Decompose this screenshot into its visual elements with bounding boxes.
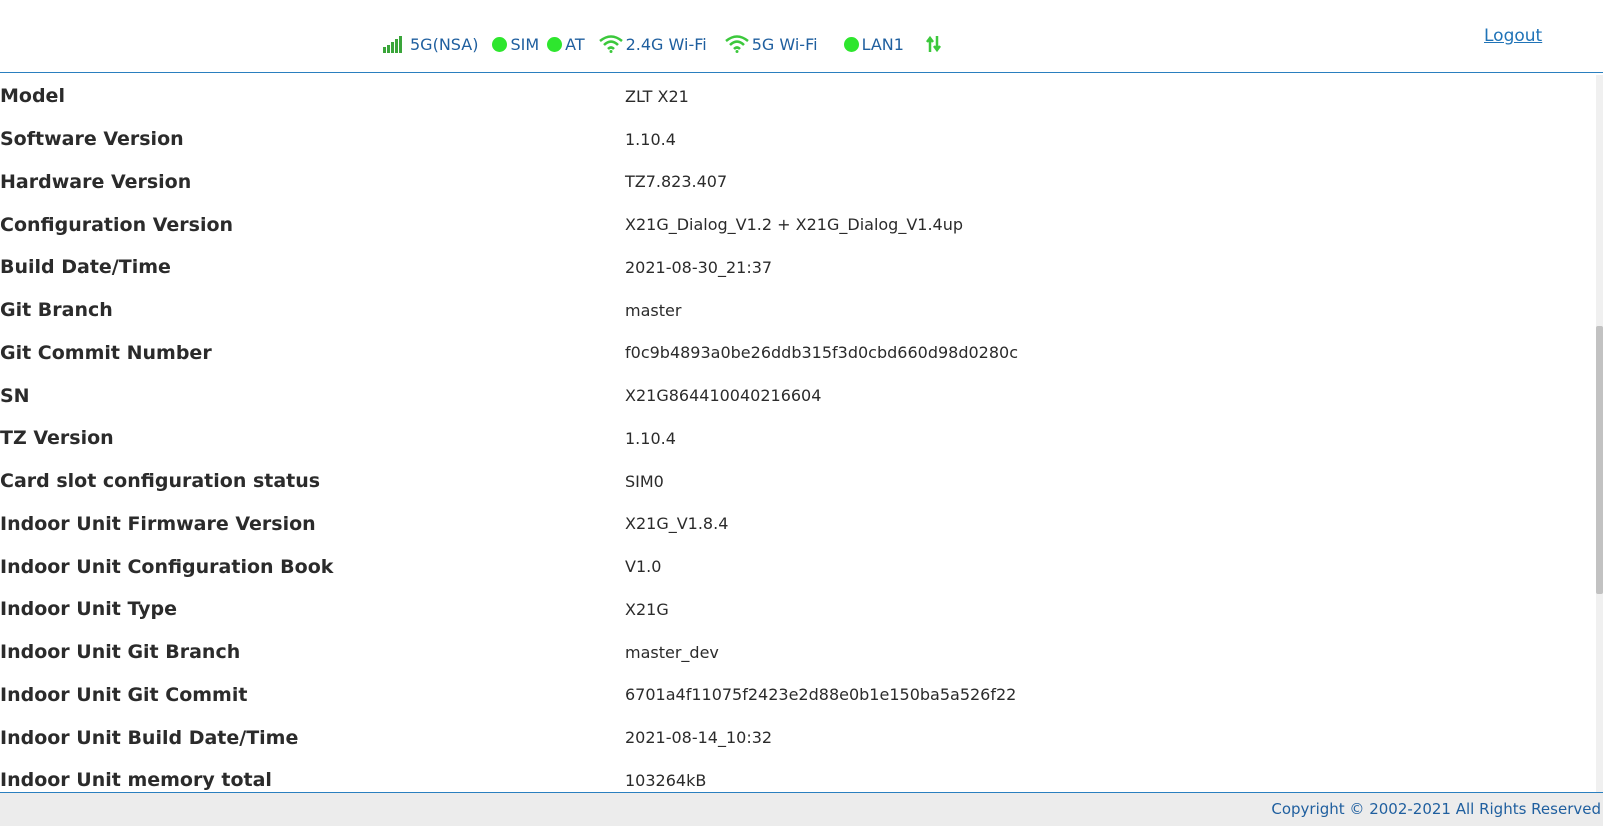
- info-value: 103264kB: [625, 770, 707, 790]
- info-value: X21G864410040216604: [625, 386, 822, 406]
- info-row: Indoor Unit Type X21G: [0, 588, 1598, 631]
- info-row: Configuration Version X21G_Dialog_V1.2 + …: [0, 203, 1598, 246]
- wifi-5g-status: 5G Wi-Fi: [724, 34, 818, 54]
- info-value: SIM0: [625, 471, 664, 491]
- info-label: Indoor Unit Configuration Book: [0, 555, 334, 578]
- sim-status-dot-icon: [492, 36, 508, 52]
- info-label: Indoor Unit Type: [0, 598, 178, 621]
- data-transfer-status: [925, 34, 945, 54]
- status-indicators: 5G(NSA) SIM AT 2.4G Wi-Fi 5G Wi-Fi LAN1: [383, 32, 959, 56]
- wifi-icon: [598, 35, 623, 53]
- sim-label: SIM: [510, 34, 540, 54]
- info-label: Git Commit Number: [0, 341, 212, 364]
- info-row: Model ZLT X21: [0, 75, 1598, 118]
- data-transfer-arrows-icon: [925, 34, 942, 54]
- info-row: Indoor Unit memory total 103264kB: [0, 759, 1598, 792]
- info-row: Indoor Unit Build Date/Time 2021-08-14_10…: [0, 716, 1598, 759]
- info-label: Indoor Unit memory total: [0, 769, 272, 792]
- info-value: TZ7.823.407: [625, 172, 728, 192]
- wifi-24g-label: 2.4G Wi-Fi: [625, 34, 707, 54]
- info-row: Indoor Unit Configuration Book V1.0: [0, 545, 1598, 588]
- info-value: X21G_Dialog_V1.2 + X21G_Dialog_V1.4up: [625, 215, 964, 235]
- at-status: AT: [547, 34, 585, 54]
- info-value: X21G: [625, 599, 669, 619]
- info-label: Configuration Version: [0, 213, 234, 236]
- info-value: 1.10.4: [625, 428, 676, 448]
- lan1-label: LAN1: [861, 34, 904, 54]
- network-status: 5G(NSA): [383, 35, 478, 54]
- info-row: Indoor Unit Firmware Version X21G_V1.8.4: [0, 503, 1598, 546]
- info-label: Hardware Version: [0, 170, 192, 193]
- info-label: SN: [0, 384, 30, 407]
- sim-status: SIM: [492, 35, 539, 54]
- info-row: Build Date/Time 2021-08-30_21:37: [0, 246, 1598, 289]
- info-value: master_dev: [625, 642, 719, 662]
- info-row: Git Commit Number f0c9b4893a0be26ddb315f3…: [0, 332, 1598, 375]
- info-label: Software Version: [0, 128, 184, 151]
- info-row: Git Branch master: [0, 289, 1598, 332]
- at-status-dot-icon: [547, 36, 563, 52]
- info-label: Indoor Unit Build Date/Time: [0, 726, 299, 749]
- info-label: Git Branch: [0, 299, 113, 322]
- info-label: Build Date/Time: [0, 256, 171, 279]
- info-value: f0c9b4893a0be26ddb315f3d0cbd660d98d0280c: [625, 343, 1018, 363]
- info-row: Card slot configuration status SIM0: [0, 460, 1598, 503]
- signal-bars-icon: [383, 35, 407, 53]
- info-label: Indoor Unit Firmware Version: [0, 512, 316, 535]
- copyright-text: Copyright © 2002-2021 All Rights Reserve…: [1271, 800, 1601, 818]
- lan1-status: LAN1: [843, 34, 904, 54]
- status-bar: 5G(NSA) SIM AT 2.4G Wi-Fi 5G Wi-Fi LAN1 …: [0, 0, 1603, 73]
- info-label: Indoor Unit Git Branch: [0, 641, 241, 664]
- at-label: AT: [565, 34, 585, 54]
- info-value: X21G_V1.8.4: [625, 514, 729, 534]
- wifi-icon: [724, 35, 749, 53]
- info-row: TZ Version 1.10.4: [0, 417, 1598, 460]
- info-label: Card slot configuration status: [0, 470, 321, 493]
- info-value: 1.10.4: [625, 129, 676, 149]
- scrollbar-thumb[interactable]: [1596, 326, 1603, 594]
- info-value: 6701a4f11075f2423e2d88e0b1e150ba5a526f22: [625, 685, 1017, 705]
- info-value: V1.0: [625, 557, 662, 577]
- info-label: Model: [0, 85, 65, 108]
- info-value: 2021-08-14_10:32: [625, 728, 773, 748]
- info-value: ZLT X21: [625, 86, 689, 106]
- info-row: Indoor Unit Git Branch master_dev: [0, 631, 1598, 674]
- logout-link[interactable]: Logout: [1484, 26, 1542, 46]
- footer: Copyright © 2002-2021 All Rights Reserve…: [0, 792, 1603, 826]
- info-row: Indoor Unit Git Commit 6701a4f11075f2423e…: [0, 674, 1598, 717]
- info-row: SN X21G864410040216604: [0, 374, 1598, 417]
- network-type-label: 5G(NSA): [410, 34, 479, 54]
- info-row: Hardware Version TZ7.823.407: [0, 161, 1598, 204]
- info-value: 2021-08-30_21:37: [625, 257, 773, 277]
- wifi-5g-label: 5G Wi-Fi: [751, 34, 818, 54]
- device-info-panel: Model ZLT X21 Software Version 1.10.4 Hardwa…: [0, 75, 1598, 792]
- info-label: TZ Version: [0, 427, 114, 450]
- wifi-24g-status: 2.4G Wi-Fi: [598, 34, 707, 54]
- lan-status-dot-icon: [843, 36, 859, 52]
- info-label: Indoor Unit Git Commit: [0, 683, 248, 706]
- info-row: Software Version 1.10.4: [0, 118, 1598, 161]
- device-info-table: Model ZLT X21 Software Version 1.10.4 Hardwa…: [0, 75, 1598, 792]
- info-value: master: [625, 300, 682, 320]
